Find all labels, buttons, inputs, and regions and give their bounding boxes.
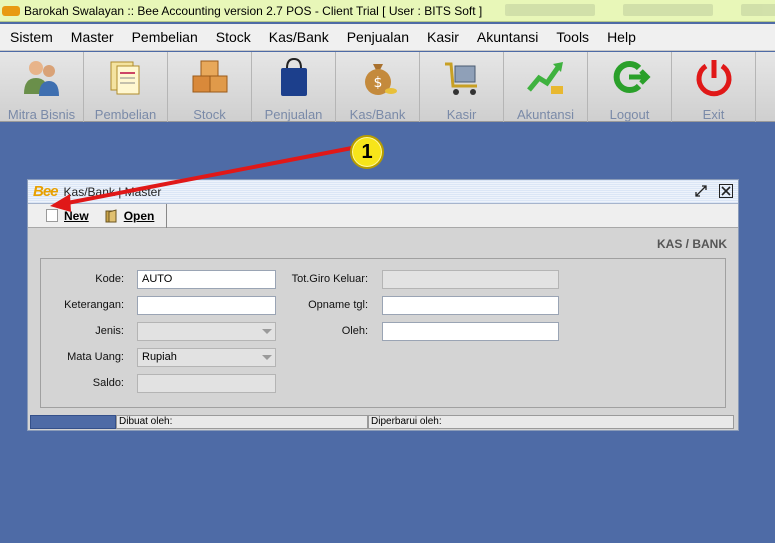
logout-icon xyxy=(608,56,652,98)
kode-label: Kode: xyxy=(95,273,124,285)
toolbar-logout-button[interactable]: Logout xyxy=(588,52,672,122)
mata-uang-label: Mata Uang: xyxy=(67,351,124,363)
open-button-label: Open xyxy=(123,208,155,223)
toolbar-label: Kasir xyxy=(446,107,477,122)
background-taskbar-ghost xyxy=(505,4,775,16)
toolbar-akuntansi-button[interactable]: Akuntansi xyxy=(504,52,588,122)
toolbar-mitra-bisnis-button[interactable]: Mitra Bisnis xyxy=(0,52,84,122)
menu-akuntansi[interactable]: Akuntansi xyxy=(467,29,546,45)
window-status-bar: Dibuat oleh: Diperbarui oleh: xyxy=(30,415,736,429)
new-button-label: New xyxy=(64,208,89,223)
close-icon[interactable] xyxy=(719,184,733,198)
saldo-label: Saldo: xyxy=(92,377,124,389)
toolbar-label: Kas/Bank xyxy=(349,107,406,122)
menu-stock[interactable]: Stock xyxy=(206,29,259,45)
toolbar-label: Penjualan xyxy=(264,107,323,122)
menu-sistem[interactable]: Sistem xyxy=(0,29,61,45)
money-bag-icon: $ xyxy=(356,56,400,98)
menu-kasir[interactable]: Kasir xyxy=(417,29,467,45)
toolbar-label: Exit xyxy=(702,107,725,122)
cart-icon xyxy=(440,56,484,98)
menu-penjualan[interactable]: Penjualan xyxy=(337,29,417,45)
jenis-dropdown[interactable] xyxy=(137,322,276,341)
section-title: KAS / BANK xyxy=(656,237,727,251)
bee-logo: Bee xyxy=(33,183,59,200)
keterangan-label: Keterangan: xyxy=(64,299,124,311)
toolbar-label: Mitra Bisnis xyxy=(7,107,76,122)
toolbar-pembelian-button[interactable]: Pembelian xyxy=(84,52,168,122)
app-title-bar: Barokah Swalayan :: Bee Accounting versi… xyxy=(0,0,775,22)
restore-icon[interactable] xyxy=(694,184,708,198)
kode-field[interactable]: AUTO xyxy=(137,270,276,289)
oleh-label: Oleh: xyxy=(341,325,368,337)
boxes-icon xyxy=(188,56,232,98)
kas-bank-form: Kode: AUTO Keterangan: Jenis: Mata Uang:… xyxy=(40,258,726,408)
dropdown-arrow-icon xyxy=(262,355,272,360)
toolbar-label: Logout xyxy=(609,107,650,122)
toolbar-kasir-button[interactable]: Kasir xyxy=(420,52,504,122)
window-toolbar: New Open xyxy=(28,203,738,228)
saldo-field xyxy=(137,374,276,393)
toolbar-label: Pembelian xyxy=(94,107,157,122)
menu-bar: Sistem Master Pembelian Stock Kas/Bank P… xyxy=(0,24,775,51)
opname-tgl-label: Opname tgl: xyxy=(308,299,368,311)
people-icon xyxy=(20,56,64,98)
menu-help[interactable]: Help xyxy=(597,29,644,45)
bee-app-icon xyxy=(2,5,20,16)
toolbar-label: Akuntansi xyxy=(516,107,575,122)
open-folder-icon xyxy=(105,208,119,223)
open-button[interactable]: Open xyxy=(97,203,168,228)
power-icon xyxy=(692,56,736,98)
window-title-bar: Bee Kas/Bank | Master xyxy=(28,180,738,204)
toolbar-exit-button[interactable]: Exit xyxy=(672,52,756,122)
growth-chart-icon xyxy=(524,56,568,98)
svg-text:$: $ xyxy=(373,75,382,91)
toolbar-kas-bank-button[interactable]: $ Kas/Bank xyxy=(336,52,420,122)
menu-kas-bank[interactable]: Kas/Bank xyxy=(259,29,337,45)
mata-uang-dropdown[interactable]: Rupiah xyxy=(137,348,276,367)
toolbar-stock-button[interactable]: Stock xyxy=(168,52,252,122)
tot-giro-keluar-field xyxy=(382,270,559,289)
status-diperbarui-oleh: Diperbarui oleh: xyxy=(368,415,734,429)
app-title: Barokah Swalayan :: Bee Accounting versi… xyxy=(24,3,483,18)
jenis-label: Jenis: xyxy=(95,325,124,337)
opname-tgl-field[interactable] xyxy=(382,296,559,315)
shopping-bag-icon xyxy=(272,56,316,98)
main-toolbar: Mitra Bisnis Pembelian Stock Penjualan $… xyxy=(0,52,775,122)
menu-tools[interactable]: Tools xyxy=(546,29,597,45)
mata-uang-value: Rupiah xyxy=(142,351,177,363)
menu-master[interactable]: Master xyxy=(61,29,122,45)
new-document-icon xyxy=(46,209,58,222)
status-dibuat-oleh: Dibuat oleh: xyxy=(116,415,368,429)
toolbar-penjualan-button[interactable]: Penjualan xyxy=(252,52,336,122)
step-number-badge: 1 xyxy=(350,135,384,169)
keterangan-field[interactable] xyxy=(137,296,276,315)
tot-giro-keluar-label: Tot.Giro Keluar: xyxy=(291,273,368,285)
status-progress-cell xyxy=(30,415,116,429)
window-title: Kas/Bank | Master xyxy=(63,184,162,199)
new-button[interactable]: New xyxy=(28,204,97,228)
toolbar-label: Stock xyxy=(193,107,226,122)
kas-bank-master-window: Bee Kas/Bank | Master New Open KAS / BAN… xyxy=(27,179,739,431)
documents-icon xyxy=(104,56,148,98)
menu-pembelian[interactable]: Pembelian xyxy=(122,29,206,45)
oleh-field[interactable] xyxy=(382,322,559,341)
